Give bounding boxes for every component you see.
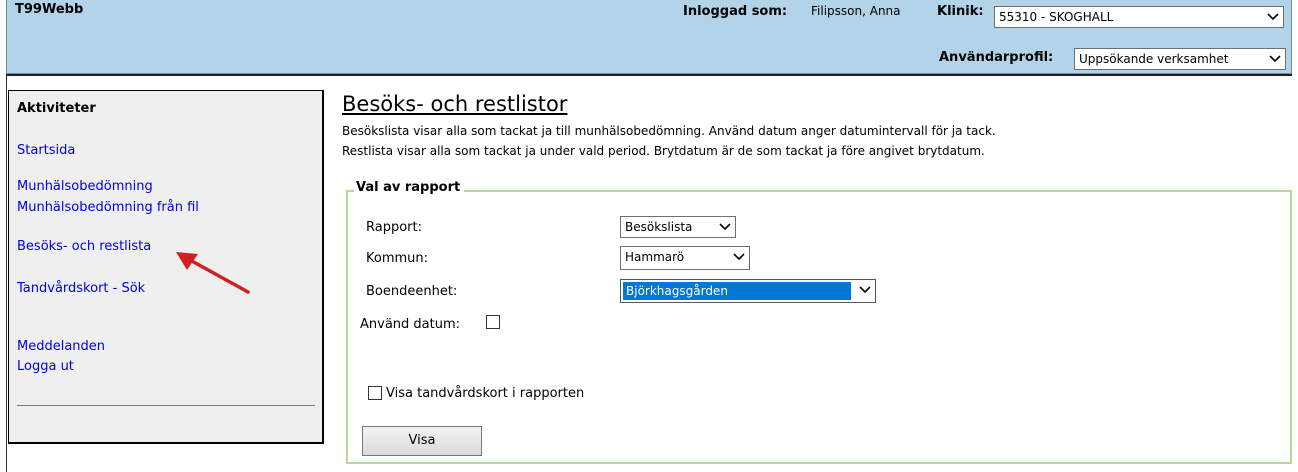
sidebar: Aktiviteter Startsida Munhälsobedömning … bbox=[8, 90, 324, 444]
chevron-down-icon bbox=[1267, 7, 1279, 21]
description-restlista: Restlista visar alla som tackat ja under… bbox=[342, 144, 985, 158]
show-card-label: Visa tandvårdskort i rapporten bbox=[386, 386, 585, 401]
kommun-select[interactable]: Hammarö bbox=[620, 246, 750, 270]
profile-label: Användarprofil: bbox=[939, 50, 1054, 65]
report-fieldset-legend: Val av rapport bbox=[354, 180, 465, 195]
sidebar-link-logga-ut[interactable]: Logga ut bbox=[17, 359, 74, 374]
sidebar-link-munhalsobedomning[interactable]: Munhälsobedömning bbox=[17, 179, 153, 194]
chevron-down-icon bbox=[859, 280, 871, 294]
sidebar-divider bbox=[17, 405, 315, 406]
logged-in-label: Inloggad som: bbox=[683, 4, 788, 19]
sidebar-link-besoks-och-restlista[interactable]: Besöks- och restlista bbox=[17, 239, 151, 254]
sidebar-heading: Aktiviteter bbox=[17, 101, 96, 116]
use-date-label: Använd datum: bbox=[360, 317, 461, 332]
logged-in-user: Filipsson, Anna bbox=[811, 4, 901, 18]
visa-button[interactable]: Visa bbox=[362, 426, 482, 456]
profile-select-value: Uppsökande verksamhet bbox=[1079, 52, 1229, 66]
klinik-select-value: 55310 - SKOGHALL bbox=[999, 10, 1114, 24]
rapport-select-value: Besökslista bbox=[625, 220, 693, 234]
sidebar-link-meddelanden[interactable]: Meddelanden bbox=[17, 339, 105, 354]
rapport-label: Rapport: bbox=[366, 220, 422, 235]
boendeenhet-select-value: Björkhagsgården bbox=[623, 282, 851, 300]
boendeenhet-label: Boendeenhet: bbox=[366, 284, 458, 299]
app-title: T99Webb bbox=[15, 2, 84, 17]
klinik-select[interactable]: 55310 - SKOGHALL bbox=[994, 6, 1284, 28]
profile-select[interactable]: Uppsökande verksamhet bbox=[1074, 48, 1286, 70]
description-besokslista: Besökslista visar alla som tackat ja til… bbox=[342, 124, 996, 138]
show-card-checkbox[interactable] bbox=[368, 386, 382, 400]
boendeenhet-select[interactable]: Björkhagsgården bbox=[620, 279, 876, 303]
use-date-checkbox[interactable] bbox=[486, 315, 500, 329]
sidebar-link-tandvardskort-sok[interactable]: Tandvårdskort - Sök bbox=[17, 281, 145, 296]
page-left-border bbox=[6, 76, 7, 472]
header-divider bbox=[6, 74, 1292, 76]
page-title: Besöks- och restlistor bbox=[342, 92, 568, 116]
annotation-arrow-icon bbox=[176, 252, 250, 294]
chevron-down-icon bbox=[733, 247, 745, 261]
kommun-label: Kommun: bbox=[366, 251, 429, 266]
kommun-select-value: Hammarö bbox=[625, 250, 685, 264]
sidebar-link-munhalsobedomning-fran-fil[interactable]: Munhälsobedömning från fil bbox=[17, 200, 199, 215]
chevron-down-icon bbox=[719, 217, 731, 231]
klinik-label: Klinik: bbox=[937, 4, 984, 19]
sidebar-link-startsida[interactable]: Startsida bbox=[17, 143, 75, 158]
rapport-select[interactable]: Besökslista bbox=[620, 216, 736, 238]
chevron-down-icon bbox=[1269, 49, 1281, 63]
